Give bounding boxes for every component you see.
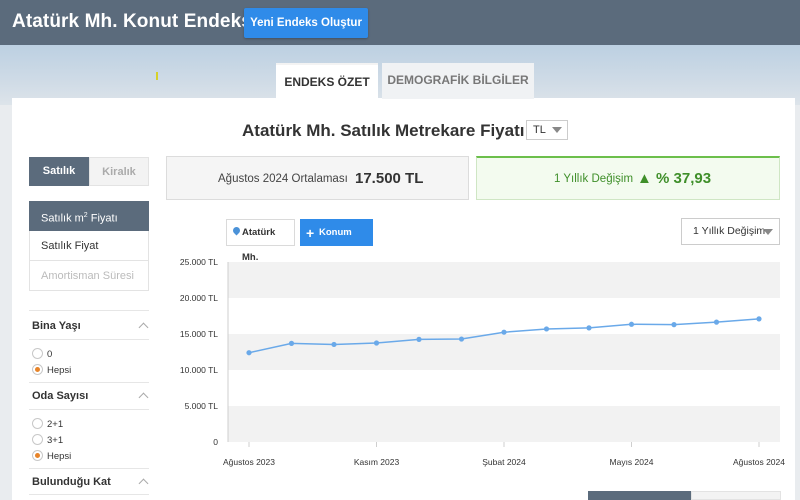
divider: [29, 468, 149, 469]
filter-title-rooms: Oda Sayısı: [32, 390, 89, 402]
currency-select[interactable]: TL: [526, 120, 568, 140]
change-percent: % 37,93: [656, 170, 712, 187]
data-point[interactable]: [373, 340, 380, 346]
location-chip[interactable]: Atatürk Mh.: [226, 219, 295, 263]
average-stat-box: Ağustos 2024 Ortalaması 17.500 TL: [166, 156, 469, 200]
divider: [29, 409, 149, 410]
radio-building-age-all[interactable]: [32, 364, 43, 375]
filter-title-building-age: Bina Yaşı: [32, 320, 81, 332]
data-point[interactable]: [246, 350, 252, 356]
x-tick-label: Ağustos 2023: [223, 457, 275, 467]
chart-section-title: Atatürk Mh. Satılık Metrekare Fiyatı: [242, 121, 525, 140]
data-point[interactable]: [756, 316, 762, 322]
add-location-button[interactable]: + Konum Ekle: [300, 219, 373, 265]
y-tick-label: 0: [213, 437, 218, 447]
radio-label: 2+1: [47, 419, 64, 430]
divider: [29, 494, 149, 495]
radio-building-age-0[interactable]: [32, 348, 43, 359]
grid-band: [228, 334, 780, 370]
grid-band: [228, 262, 780, 298]
divider: [29, 339, 149, 340]
average-value: 17.500 TL: [355, 170, 424, 187]
menu-item-m2-price[interactable]: Satılık m2 Fiyatı: [29, 201, 149, 231]
menu-item-price[interactable]: Satılık Fiyat: [29, 231, 149, 261]
data-point[interactable]: [628, 321, 635, 327]
menu-item-amortization[interactable]: Amortisman Süresi: [29, 261, 149, 291]
menu-item-m2-prefix: Satılık m: [41, 212, 84, 225]
metric-select-value: 1 Yıllık Değişim: [693, 225, 766, 237]
divider: [29, 310, 149, 311]
y-tick-label: 5.000 TL: [185, 401, 219, 411]
metric-select[interactable]: 1 Yıllık Değişim: [681, 218, 780, 245]
chevron-down-icon: [552, 127, 562, 133]
data-point[interactable]: [458, 336, 465, 342]
y-tick-label: 20.000 TL: [180, 293, 218, 303]
side-menu: Satılık m2 Fiyatı Satılık Fiyat Amortism…: [29, 201, 149, 291]
x-tick-label: Kasım 2023: [354, 457, 400, 467]
radio-rooms-3-1[interactable]: [32, 434, 43, 445]
map-pin-icon: [231, 225, 242, 236]
page-title: Atatürk Mh. Konut Endeksi: [12, 11, 258, 32]
radio-label: Hepsi: [47, 365, 72, 376]
tab-endeks-ozet[interactable]: ENDEKS ÖZET: [276, 63, 378, 99]
y-tick-label: 15.000 TL: [180, 329, 218, 339]
change-stat-box: 1 Yıllık Değişim ▲ % 37,93: [476, 156, 780, 200]
toggle-kiralik[interactable]: Kiralık: [89, 157, 149, 186]
data-point[interactable]: [713, 319, 720, 325]
y-tick-label: 25.000 TL: [180, 257, 218, 267]
radio-label: 0: [47, 349, 53, 360]
filter-title-floor: Bulunduğu Kat: [32, 476, 111, 488]
change-label: 1 Yıllık Değişim: [554, 173, 634, 185]
chevron-down-icon: [763, 229, 773, 235]
banner-marker: [156, 72, 158, 80]
bottom-toggle-inactive[interactable]: [691, 491, 781, 500]
new-index-button[interactable]: Yeni Endeks Oluştur: [244, 8, 368, 38]
menu-item-m2-suffix: Fiyatı: [87, 212, 118, 225]
tab-demografik-bilgiler[interactable]: DEMOGRAFİK BİLGİLER: [382, 63, 534, 99]
bottom-toggle-active[interactable]: [588, 491, 691, 500]
divider: [29, 382, 149, 383]
radio-label: 3+1: [47, 435, 64, 446]
data-point[interactable]: [586, 325, 592, 331]
data-point[interactable]: [416, 336, 422, 342]
plus-icon: +: [306, 225, 315, 241]
radio-rooms-2-1[interactable]: [32, 418, 43, 429]
radio-label: Hepsi: [47, 451, 72, 462]
radio-rooms-all[interactable]: [32, 450, 43, 461]
data-point[interactable]: [501, 329, 507, 335]
data-point[interactable]: [543, 326, 550, 332]
toggle-satilik[interactable]: Satılık: [29, 157, 89, 186]
currency-value: TL: [533, 124, 546, 136]
x-tick-label: Şubat 2024: [482, 457, 526, 467]
change-value: ▲ % 37,93: [637, 170, 711, 187]
grid-band: [228, 406, 780, 442]
app-header: Atatürk Mh. Konut Endeksi Yeni Endeks Ol…: [0, 0, 800, 45]
data-point[interactable]: [671, 322, 677, 328]
price-line-chart: 0 5.000 TL 10.000 TL 15.000 TL 20.000 TL 25.0…: [180, 257, 785, 467]
x-tick-label: Ağustos 2024: [733, 457, 785, 467]
data-point[interactable]: [288, 340, 295, 346]
x-tick-label: Mayıs 2024: [610, 457, 654, 467]
y-tick-label: 10.000 TL: [180, 365, 218, 375]
data-point[interactable]: [331, 341, 337, 348]
arrow-up-icon: ▲: [637, 170, 652, 187]
average-label: Ağustos 2024 Ortalaması: [218, 173, 348, 185]
